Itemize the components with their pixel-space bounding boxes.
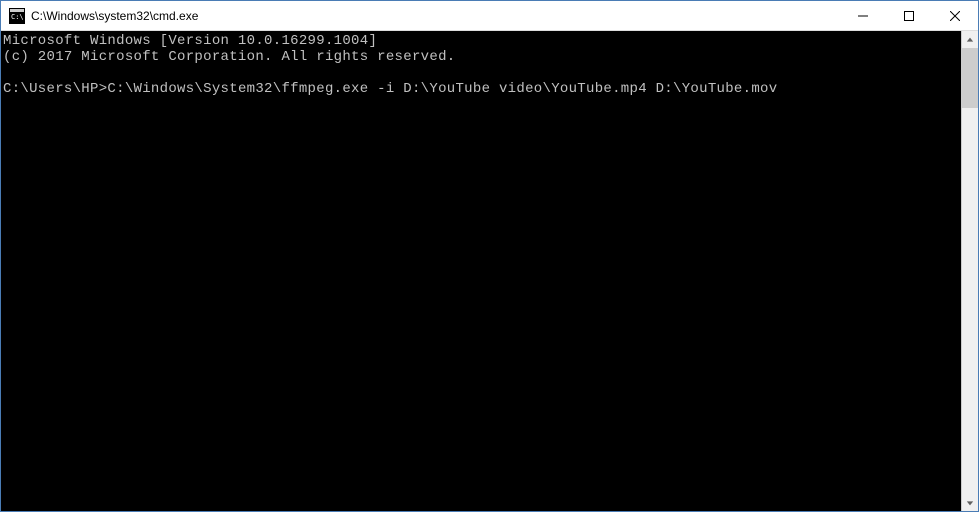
cmd-icon: C:\ — [9, 8, 25, 24]
scroll-track[interactable] — [962, 48, 978, 494]
scroll-down-button[interactable] — [962, 494, 978, 511]
scroll-up-button[interactable] — [962, 31, 978, 48]
window-title: C:\Windows\system32\cmd.exe — [31, 9, 840, 23]
prompt: C:\Users\HP> — [3, 81, 107, 97]
scroll-thumb[interactable] — [962, 48, 978, 108]
command-input[interactable]: C:\Windows\System32\ffmpeg.exe -i D:\You… — [107, 81, 777, 97]
minimize-button[interactable] — [840, 1, 886, 30]
console-line: Microsoft Windows [Version 10.0.16299.10… — [3, 33, 377, 49]
window-controls — [840, 1, 978, 30]
content-area: Microsoft Windows [Version 10.0.16299.10… — [1, 31, 978, 511]
console-output[interactable]: Microsoft Windows [Version 10.0.16299.10… — [1, 31, 961, 511]
close-button[interactable] — [932, 1, 978, 30]
console-line: (c) 2017 Microsoft Corporation. All righ… — [3, 49, 455, 65]
svg-text:C:\: C:\ — [11, 13, 24, 21]
cmd-window: C:\ C:\Windows\system32\cmd.exe Microsof… — [0, 0, 979, 512]
titlebar[interactable]: C:\ C:\Windows\system32\cmd.exe — [1, 1, 978, 31]
vertical-scrollbar[interactable] — [961, 31, 978, 511]
maximize-button[interactable] — [886, 1, 932, 30]
